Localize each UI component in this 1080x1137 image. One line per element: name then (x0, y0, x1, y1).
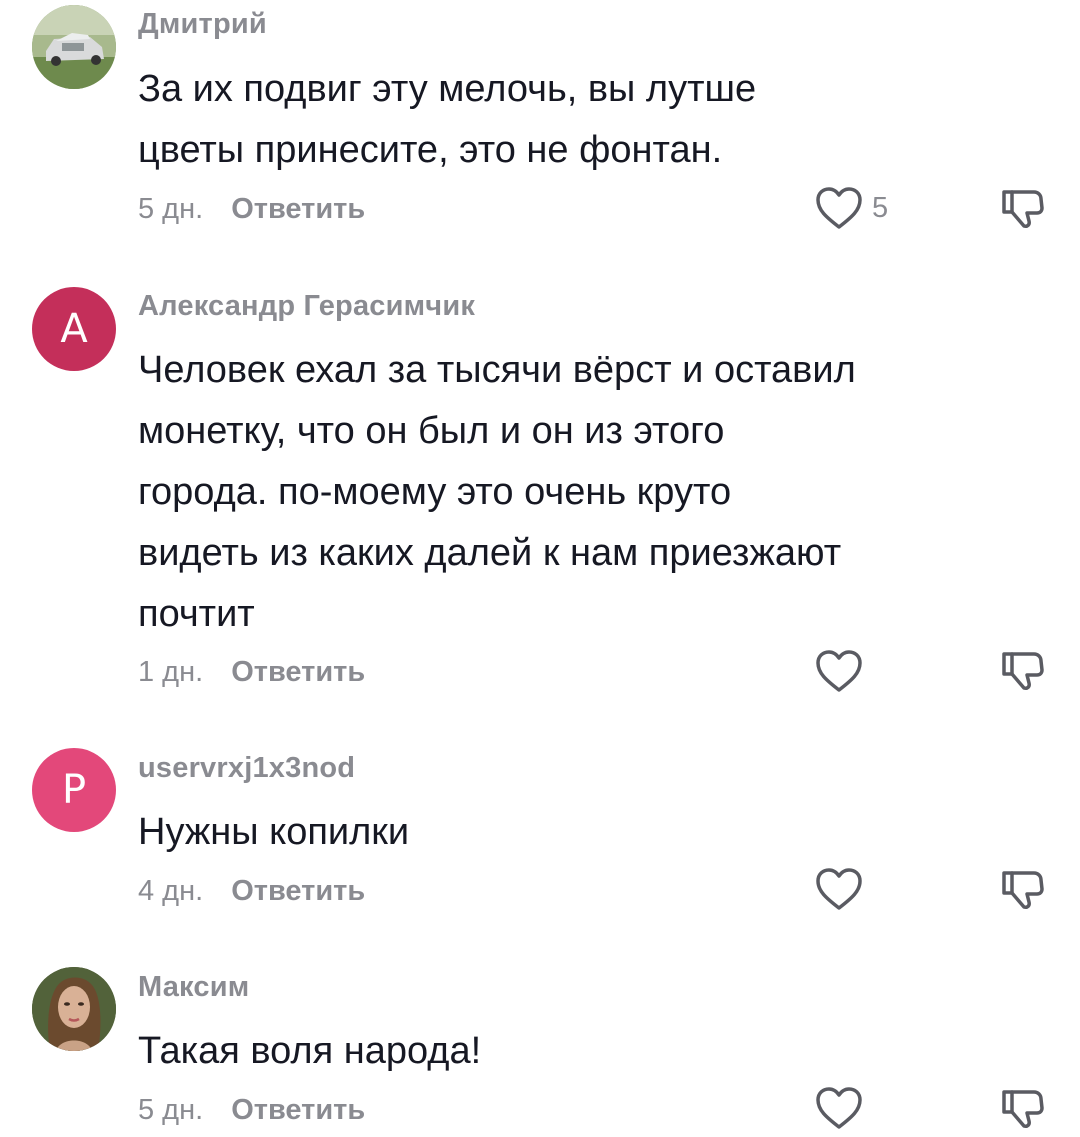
comment-text: Нужны копилки (138, 802, 958, 863)
heart-icon (816, 650, 862, 692)
comment-date: 4 дн. (138, 875, 204, 907)
avatar-letter[interactable]: P (32, 748, 116, 832)
comment-date: 5 дн. (138, 193, 204, 225)
avatar-letter-text: P (61, 767, 87, 813)
thumbs-down-icon (1002, 871, 1044, 909)
dislike-button[interactable] (1000, 648, 1046, 697)
comment-text-line: монетку, что он был и он из этого (138, 410, 725, 452)
avatar-letter[interactable]: A (32, 287, 116, 371)
comment-text: Человек ехал за тысячи вёрст и оставил м… (138, 340, 958, 645)
comment-meta: 5 дн. Ответить (138, 193, 365, 226)
comment-text-line: Нужны копилки (138, 811, 410, 853)
comment-username[interactable]: Максим (138, 971, 249, 1004)
comment-username[interactable]: Дмитрий (138, 8, 267, 41)
thumbs-down-icon (1002, 652, 1044, 690)
comment-text: Такая воля народа! (138, 1021, 958, 1082)
comment-text-line: видеть из каких далей к нам приезжают (138, 532, 842, 574)
heart-icon (816, 187, 862, 229)
dislike-button[interactable] (1000, 186, 1046, 235)
comment-date: 5 дн. (138, 1094, 204, 1126)
thumbs-down-icon (1002, 1090, 1044, 1128)
comment-text-line: Такая воля народа! (138, 1030, 482, 1072)
avatar-letter-text: A (60, 306, 88, 352)
like-button[interactable] (814, 1085, 864, 1131)
dislike-button[interactable] (1000, 867, 1046, 916)
comment-text: За их подвиг эту мелочь, вы лутше цветы … (138, 59, 958, 181)
comment-meta: 1 дн. Ответить (138, 656, 365, 689)
comment-text-line: Человек ехал за тысячи вёрст и оставил (138, 349, 856, 391)
comment-text-line: почтит (138, 593, 255, 635)
comment-text-line: За их подвиг эту мелочь, вы лутше (138, 68, 757, 110)
comment-text-line: города. по-моему это очень круто (138, 471, 732, 513)
woman-photo-avatar[interactable] (32, 967, 116, 1051)
reply-button[interactable]: Ответить (231, 1094, 365, 1127)
dislike-button[interactable] (1000, 1086, 1046, 1135)
like-button[interactable] (814, 866, 864, 912)
like-count: 5 (872, 191, 889, 224)
like-button[interactable]: 5 (814, 185, 888, 231)
reply-button[interactable]: Ответить (231, 193, 365, 226)
like-button[interactable] (814, 648, 864, 694)
heart-icon (816, 868, 862, 910)
comment-list: Дмитрий За их подвиг эту мелочь, вы лутш… (0, 0, 1080, 1137)
comment-username[interactable]: Александр Герасимчик (138, 290, 475, 323)
thumbs-down-icon (1002, 190, 1044, 228)
comment-date: 1 дн. (138, 656, 204, 688)
comment-meta: 5 дн. Ответить (138, 1094, 365, 1127)
comment-text-line: цветы принесите, это не фонтан. (138, 129, 723, 171)
reply-button[interactable]: Ответить (231, 656, 365, 689)
comment-meta: 4 дн. Ответить (138, 875, 365, 908)
comment-username[interactable]: uservrxj1x3nod (138, 752, 355, 785)
heart-icon (816, 1087, 862, 1129)
car-photo-avatar[interactable] (32, 5, 116, 89)
reply-button[interactable]: Ответить (231, 875, 365, 908)
